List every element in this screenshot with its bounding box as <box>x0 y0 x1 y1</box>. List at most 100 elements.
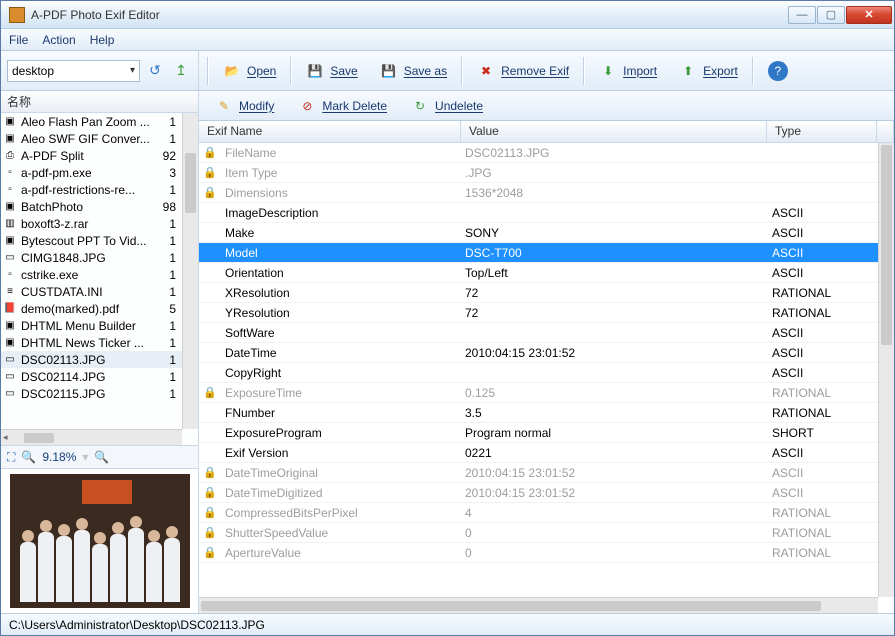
lock-icon: 🔒 <box>199 526 221 539</box>
exif-row[interactable]: XResolution72RATIONAL <box>199 283 878 303</box>
file-list-item[interactable]: ▣Aleo SWF GIF Conver...1 <box>1 130 182 147</box>
save-icon: 💾 <box>306 62 324 80</box>
pencil-icon: ✎ <box>215 97 233 115</box>
zoom-out-icon[interactable]: 🔍 <box>94 450 109 464</box>
fit-icon[interactable]: ⛶ <box>7 450 15 465</box>
exif-row[interactable]: 🔒Item Type.JPG <box>199 163 878 183</box>
file-count: 98 <box>160 200 180 214</box>
col-value[interactable]: Value <box>461 121 767 142</box>
exif-row[interactable]: 🔒DateTimeOriginal2010:04:15 23:01:52ASCI… <box>199 463 878 483</box>
exif-row[interactable]: 🔒ShutterSpeedValue0RATIONAL <box>199 523 878 543</box>
exif-type: RATIONAL <box>768 546 878 560</box>
file-list-item[interactable]: ▣Bytescout PPT To Vid...1 <box>1 232 182 249</box>
export-button[interactable]: ⬆Export <box>669 57 748 85</box>
help-button[interactable]: ? <box>758 57 798 85</box>
exif-name: Model <box>221 246 461 260</box>
minimize-button[interactable]: — <box>788 6 816 24</box>
col-exif-name[interactable]: Exif Name <box>199 121 461 142</box>
up-folder-button[interactable]: ↥ <box>170 60 192 82</box>
file-list-item[interactable]: ▣Aleo Flash Pan Zoom ...1 <box>1 113 182 130</box>
exif-toolbar: ✎Modify ⊘Mark Delete ↻Undelete <box>199 91 894 121</box>
file-list-item[interactable]: ▫cstrike.exe1 <box>1 266 182 283</box>
menu-action[interactable]: Action <box>42 33 75 47</box>
exif-row[interactable]: SoftWareASCII <box>199 323 878 343</box>
import-icon: ⬇ <box>599 62 617 80</box>
exif-row[interactable]: 🔒Dimensions1536*2048 <box>199 183 878 203</box>
file-list-item[interactable]: ▣BatchPhoto98 <box>1 198 182 215</box>
maximize-button[interactable]: ▢ <box>817 6 845 24</box>
exif-row[interactable]: ExposureProgramProgram normalSHORT <box>199 423 878 443</box>
file-list-item[interactable]: ▣DHTML News Ticker ...1 <box>1 334 182 351</box>
exif-row[interactable]: 🔒CompressedBitsPerPixel4RATIONAL <box>199 503 878 523</box>
modify-button[interactable]: ✎Modify <box>205 92 284 120</box>
refresh-button[interactable]: ↺ <box>144 60 166 82</box>
exif-row[interactable]: FNumber3.5RATIONAL <box>199 403 878 423</box>
grid-hscrollbar[interactable] <box>199 597 878 613</box>
file-list-item[interactable]: ▭DSC02115.JPG1 <box>1 385 182 402</box>
exif-type: ASCII <box>768 246 878 260</box>
file-name: CIMG1848.JPG <box>21 251 156 265</box>
sidebar-hscrollbar[interactable]: ◂ <box>1 429 182 445</box>
exif-name: ExposureProgram <box>221 426 461 440</box>
exif-row[interactable]: Exif Version0221ASCII <box>199 443 878 463</box>
mark-delete-button[interactable]: ⊘Mark Delete <box>288 92 397 120</box>
exif-row[interactable]: 🔒DateTimeDigitized2010:04:15 23:01:52ASC… <box>199 483 878 503</box>
lock-icon: 🔒 <box>199 386 221 399</box>
exif-type: ASCII <box>768 346 878 360</box>
remove-exif-button[interactable]: ✖Remove Exif <box>467 57 579 85</box>
menu-help[interactable]: Help <box>90 33 115 47</box>
col-type[interactable]: Type <box>767 121 877 142</box>
import-button[interactable]: ⬇Import <box>589 57 667 85</box>
menu-file[interactable]: File <box>9 33 28 47</box>
exif-row[interactable]: ImageDescriptionASCII <box>199 203 878 223</box>
file-list-item[interactable]: ▫a-pdf-pm.exe3 <box>1 164 182 181</box>
save-as-button[interactable]: 💾Save as <box>370 57 457 85</box>
exif-type: RATIONAL <box>768 306 878 320</box>
file-list-item[interactable]: ▫a-pdf-restrictions-re...1 <box>1 181 182 198</box>
exif-row[interactable]: 🔒FileNameDSC02113.JPG <box>199 143 878 163</box>
status-path: C:\Users\Administrator\Desktop\DSC02113.… <box>9 618 265 632</box>
exif-row[interactable]: ModelDSC-T700ASCII <box>199 243 878 263</box>
lock-icon: 🔒 <box>199 466 221 479</box>
grid-vscrollbar[interactable] <box>878 143 894 597</box>
file-list-item[interactable]: ▥boxoft3-z.rar1 <box>1 215 182 232</box>
file-list-item[interactable]: ▭CIMG1848.JPG1 <box>1 249 182 266</box>
file-list-item[interactable]: ▣DHTML Menu Builder1 <box>1 317 182 334</box>
file-count: 1 <box>160 251 180 265</box>
close-button[interactable]: ✕ <box>846 6 892 24</box>
file-type-icon: ▣ <box>3 234 17 248</box>
file-type-icon: ▫ <box>3 166 17 180</box>
undelete-button[interactable]: ↻Undelete <box>401 92 493 120</box>
exif-value: 3.5 <box>461 406 768 420</box>
exif-row[interactable]: OrientationTop/LeftASCII <box>199 263 878 283</box>
file-count: 5 <box>160 302 180 316</box>
zoom-level: 9.18% <box>42 450 76 464</box>
file-type-icon: ▣ <box>3 115 17 129</box>
lock-icon: 🔒 <box>199 546 221 559</box>
zoom-in-icon[interactable]: 🔍 <box>21 450 36 464</box>
file-list-item[interactable]: 📕demo(marked).pdf5 <box>1 300 182 317</box>
exif-row[interactable]: YResolution72RATIONAL <box>199 303 878 323</box>
file-type-icon: 📕 <box>3 302 17 316</box>
file-list-item[interactable]: ▭DSC02113.JPG1 <box>1 351 182 368</box>
exif-row[interactable]: MakeSONYASCII <box>199 223 878 243</box>
exif-name: FileName <box>221 146 461 160</box>
exif-value: Top/Left <box>461 266 768 280</box>
sidebar-vscrollbar[interactable] <box>182 113 198 429</box>
exif-type: ASCII <box>768 466 878 480</box>
exif-value: .JPG <box>461 166 768 180</box>
exif-row[interactable]: 🔒ApertureValue0RATIONAL <box>199 543 878 563</box>
preview-image <box>10 474 190 608</box>
file-list-item[interactable]: ⎙A-PDF Split92 <box>1 147 182 164</box>
exif-row[interactable]: 🔒ExposureTime0.125RATIONAL <box>199 383 878 403</box>
exif-row[interactable]: DateTime2010:04:15 23:01:52ASCII <box>199 343 878 363</box>
file-name: Aleo SWF GIF Conver... <box>21 132 156 146</box>
file-list-item[interactable]: ≡CUSTDATA.INI1 <box>1 283 182 300</box>
file-count: 3 <box>160 166 180 180</box>
exif-value: 1536*2048 <box>461 186 768 200</box>
folder-combo[interactable]: desktop <box>7 60 140 82</box>
save-button[interactable]: 💾Save <box>296 57 367 85</box>
open-button[interactable]: 📂Open <box>213 57 286 85</box>
exif-row[interactable]: CopyRightASCII <box>199 363 878 383</box>
file-list-item[interactable]: ▭DSC02114.JPG1 <box>1 368 182 385</box>
